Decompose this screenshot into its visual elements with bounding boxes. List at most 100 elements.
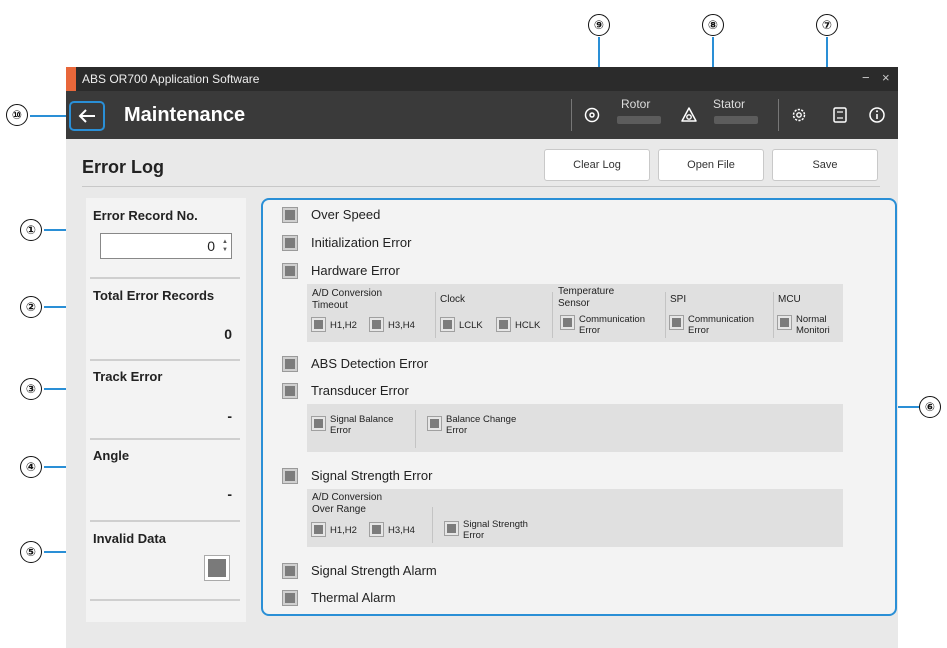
temp-comm-indicator <box>560 315 575 330</box>
divider <box>90 520 240 522</box>
transducer-row: Transducer Error <box>282 382 409 399</box>
close-button[interactable]: × <box>882 70 890 85</box>
divider <box>90 599 240 601</box>
spi-comm-text: Communication Error <box>688 314 754 336</box>
stator-label: Stator <box>713 97 746 111</box>
abs-detection-label: ABS Detection Error <box>311 356 429 371</box>
hardware-details: A/D Conversion Timeout H1,H2 H3,H4 Clock… <box>307 284 843 342</box>
spi-comm-indicator <box>669 315 684 330</box>
lclk-item: LCLK <box>440 317 483 332</box>
minimize-button[interactable]: − <box>862 70 870 85</box>
back-arrow-icon <box>78 109 95 123</box>
save-button[interactable]: Save <box>772 149 878 181</box>
balance-change-indicator <box>427 416 442 431</box>
temp-comm-item: Communication Error <box>560 314 645 336</box>
over-speed-indicator <box>282 206 298 223</box>
over-speed-row: Over Speed <box>282 206 381 223</box>
error-record-stepper[interactable]: 0 ▲ ▼ <box>100 233 232 259</box>
record-panel: Error Record No. 0 ▲ ▼ Total Error Recor… <box>86 198 246 622</box>
invalid-data-label: Invalid Data <box>93 531 166 546</box>
rotor-label: Rotor <box>621 97 651 111</box>
total-records-label: Total Error Records <box>93 288 215 303</box>
subgroup-divider <box>552 292 553 338</box>
signal-balance-text: Signal Balance Error <box>330 414 393 436</box>
transducer-label: Transducer Error <box>311 383 409 398</box>
ad-over-range-line2: Over Range <box>312 504 366 515</box>
page-title: Error Log <box>82 157 165 177</box>
subgroup-divider <box>773 292 774 338</box>
disc-icon <box>582 105 602 125</box>
ad-over-range-line1: A/D Conversion <box>312 492 383 503</box>
temp-comm-line1: Communication <box>579 314 645 325</box>
balance-change-text: Balance Change Error <box>446 414 516 436</box>
spi-comm-item: Communication Error <box>669 314 754 336</box>
hclk-label: HCLK <box>515 320 541 331</box>
ss-h1h2-indicator <box>311 522 326 537</box>
hardware-error-label: Hardware Error <box>311 263 400 278</box>
rotor-serial <box>617 116 661 124</box>
invalid-data-indicator <box>204 555 230 581</box>
callout-8: ⑧ <box>702 14 724 36</box>
callout-4: ④ <box>20 456 42 478</box>
error-flags-panel: Over Speed Initialization Error Hardware… <box>261 198 897 616</box>
thermal-alarm-label: Thermal Alarm <box>311 590 396 605</box>
hw-h3h4-item: H3,H4 <box>369 317 415 332</box>
gear-icon[interactable] <box>789 105 809 125</box>
callout-9: ⑨ <box>588 14 610 36</box>
abs-detection-row: ABS Detection Error <box>282 355 429 372</box>
book-icon[interactable] <box>830 105 850 125</box>
callout-2: ② <box>20 296 42 318</box>
signal-alarm-indicator <box>282 562 298 579</box>
ss-h1h2-item: H1,H2 <box>311 522 357 537</box>
header-divider <box>571 99 572 131</box>
ss-h1h2-label: H1,H2 <box>330 525 357 536</box>
title-divider <box>82 186 880 187</box>
over-speed-label: Over Speed <box>311 207 381 222</box>
angle-label: Angle <box>93 448 130 463</box>
app-window: ABS OR700 Application Software − × Maint… <box>66 67 898 648</box>
signal-alarm-row: Signal Strength Alarm <box>282 562 437 579</box>
callout-5: ⑤ <box>20 541 42 563</box>
init-error-row: Initialization Error <box>282 234 411 251</box>
hclk-item: HCLK <box>496 317 541 332</box>
spi-comm-line1: Communication <box>688 314 754 325</box>
error-record-value: 0 <box>207 238 215 254</box>
stepper-up-icon[interactable]: ▲ <box>222 239 228 245</box>
signal-balance-item: Signal Balance Error <box>311 414 393 436</box>
subgroup-divider <box>435 292 436 338</box>
thermal-alarm-indicator <box>282 589 298 606</box>
hw-h1h2-label: H1,H2 <box>330 320 357 331</box>
balance-change-line1: Balance Change <box>446 414 517 425</box>
open-file-button[interactable]: Open File <box>658 149 764 181</box>
spi-comm-line2: Error <box>688 325 710 336</box>
balance-change-item: Balance Change Error <box>427 414 516 436</box>
stator-serial <box>714 116 758 124</box>
ad-over-range-group-label: A/D Conversion Over Range <box>312 492 382 516</box>
temp-comm-line2: Error <box>579 325 601 336</box>
stepper-down-icon[interactable]: ▼ <box>222 247 228 253</box>
ad-timeout-line2: Timeout <box>312 300 348 311</box>
signal-alarm-label: Signal Strength Alarm <box>311 563 437 578</box>
ad-timeout-line1: A/D Conversion <box>312 288 383 299</box>
signal-strength-row: Signal Strength Error <box>282 467 433 484</box>
lclk-indicator <box>440 317 455 332</box>
signal-strength-indicator <box>282 467 298 484</box>
hw-h3h4-label: H3,H4 <box>388 320 415 331</box>
lclk-label: LCLK <box>459 320 483 331</box>
callout-6-line <box>896 406 919 408</box>
stator-icon <box>679 105 699 125</box>
info-icon[interactable] <box>867 105 887 125</box>
signal-strength-label: Signal Strength Error <box>311 468 433 483</box>
subgroup-divider <box>665 292 666 338</box>
track-error-label: Track Error <box>93 369 163 384</box>
divider <box>90 438 240 440</box>
clear-log-button[interactable]: Clear Log <box>544 149 650 181</box>
back-button[interactable] <box>69 101 105 131</box>
callout-7: ⑦ <box>816 14 838 36</box>
divider <box>90 359 240 361</box>
mcu-indicator <box>777 315 792 330</box>
hardware-error-row: Hardware Error <box>282 262 400 279</box>
callout-10-line <box>30 115 68 117</box>
subgroup-divider <box>415 410 416 448</box>
hw-h3h4-indicator <box>369 317 384 332</box>
